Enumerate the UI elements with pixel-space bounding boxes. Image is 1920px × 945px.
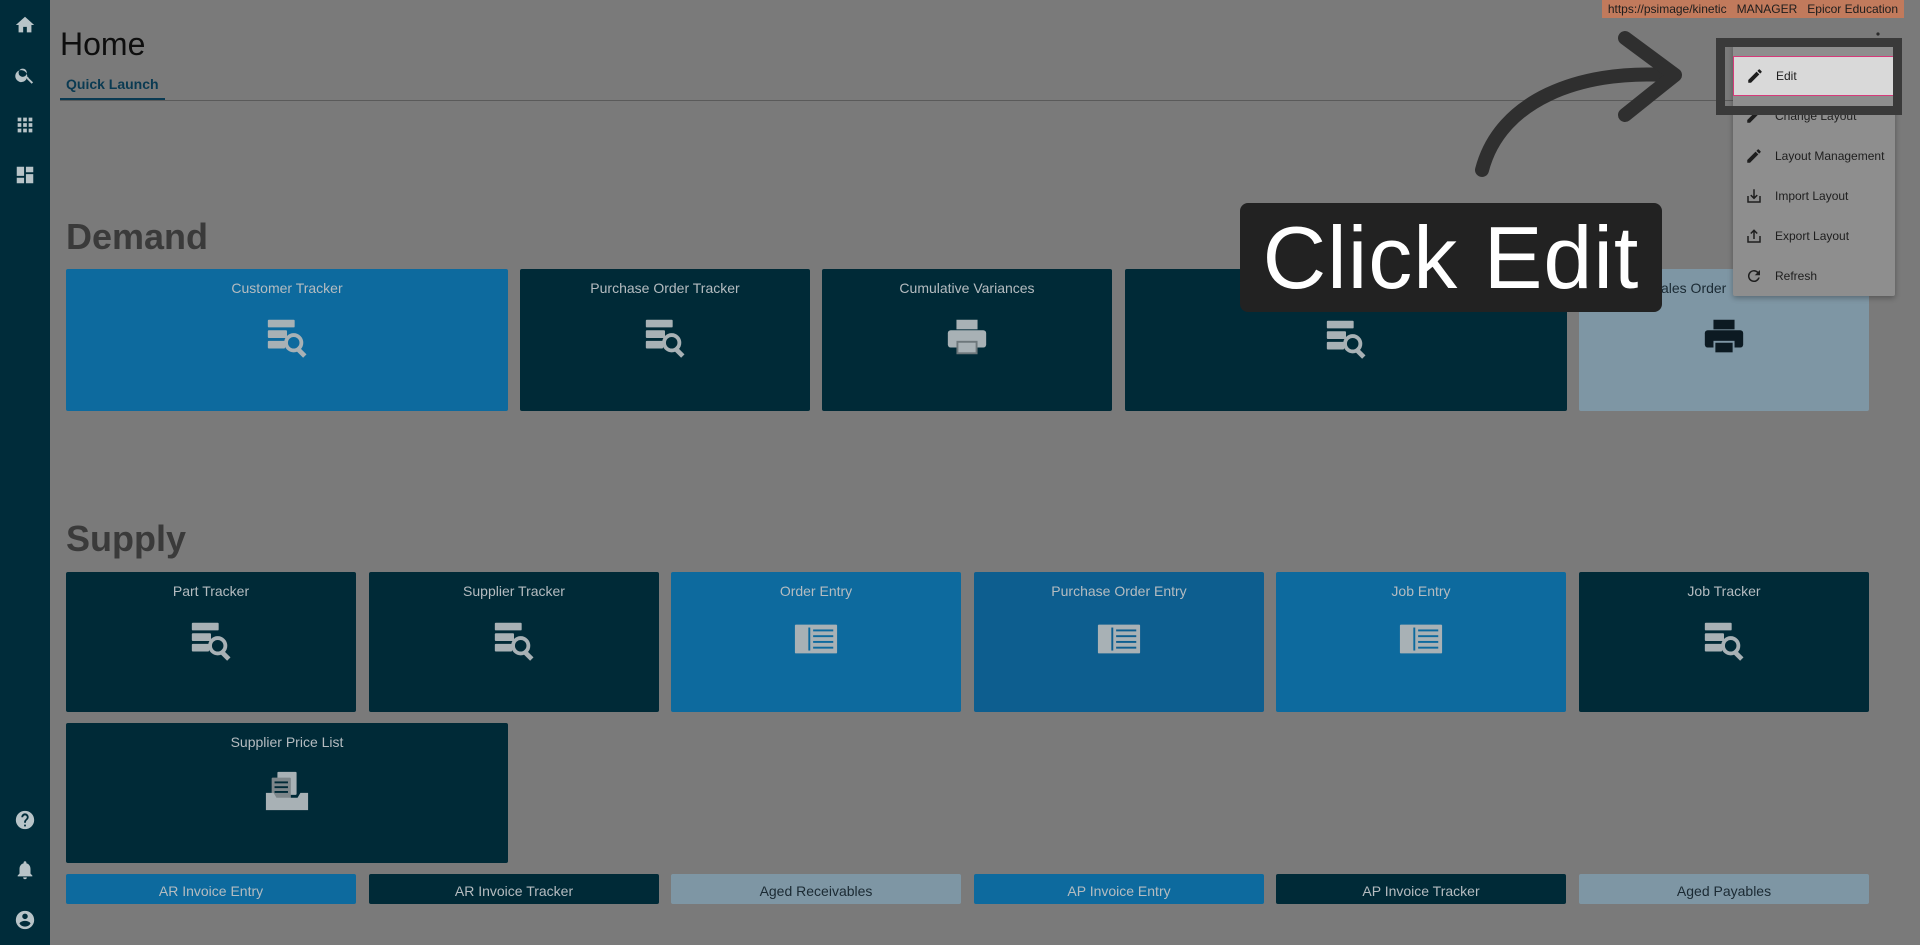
tile-part-tracker[interactable]: Part Tracker xyxy=(66,572,356,712)
tile-label: Cumulative Variances xyxy=(899,280,1035,296)
tile-job-tracker[interactable]: Job Tracker xyxy=(1579,572,1869,712)
menu-item-label: Import Layout xyxy=(1775,189,1849,203)
page-title: Home xyxy=(60,26,146,62)
tracker-icon xyxy=(188,617,234,663)
tile-label: Supplier Price List xyxy=(230,734,344,750)
bell-icon[interactable] xyxy=(12,857,38,883)
tracker-icon xyxy=(1701,617,1747,663)
section-title-supply: Supply xyxy=(66,518,187,559)
tile-label: Customer Tracker xyxy=(231,280,343,296)
tile-purchase-order-tracker[interactable]: Purchase Order Tracker xyxy=(520,269,810,411)
tile-aged-receivables[interactable]: Aged Receivables xyxy=(671,874,961,904)
form-icon xyxy=(1096,617,1142,663)
tile-label: Order Entry xyxy=(779,583,853,599)
form-icon xyxy=(793,617,839,663)
tile-label: AR Invoice Tracker xyxy=(454,883,574,899)
section-title-demand: Demand xyxy=(66,216,209,257)
tutorial-highlight-frame xyxy=(1716,38,1902,115)
callout-text: Click Edit xyxy=(1262,207,1640,307)
tile-ar-invoice-tracker[interactable]: AR Invoice Tracker xyxy=(369,874,659,904)
refresh-icon xyxy=(1747,270,1760,283)
tile-label: Sales Order xyxy=(1651,280,1727,296)
tile-label: AR Invoice Entry xyxy=(158,883,264,899)
tile-order-entry[interactable]: Order Entry xyxy=(671,572,961,712)
menu-item-label: Export Layout xyxy=(1775,229,1850,243)
tile-label: Aged Payables xyxy=(1676,883,1772,899)
account-icon[interactable] xyxy=(12,907,38,933)
menu-item-label: Layout Management xyxy=(1775,149,1885,163)
tab-quick-launch[interactable]: Quick Launch xyxy=(60,76,165,101)
tile-label: Aged Receivables xyxy=(759,883,873,899)
document-tray-icon xyxy=(264,768,310,814)
printer-icon xyxy=(1701,314,1747,360)
tile-label: Job Tracker xyxy=(1687,583,1761,599)
tile-supplier-tracker[interactable]: Supplier Tracker xyxy=(369,572,659,712)
menu-item-refresh[interactable]: Refresh xyxy=(1733,256,1895,296)
tile-label: Purchase Order Entry xyxy=(1051,583,1187,599)
printer-icon xyxy=(944,314,990,360)
tile-ar-invoice-entry[interactable]: AR Invoice Entry xyxy=(66,874,356,904)
apps-grid-icon[interactable] xyxy=(12,112,38,138)
tile-job-entry[interactable]: Job Entry xyxy=(1276,572,1566,712)
tile-ap-invoice-tracker[interactable]: AP Invoice Tracker xyxy=(1276,874,1566,904)
environment-bar: https://psimage/kinetic MANAGER Epicor E… xyxy=(1601,0,1904,18)
env-user: MANAGER xyxy=(1736,2,1798,16)
tracker-icon xyxy=(491,617,537,663)
pencil-icon xyxy=(1747,149,1761,163)
help-icon[interactable] xyxy=(12,807,38,833)
screen: https://psimage/kinetic MANAGER Epicor E… xyxy=(0,0,1920,945)
home-icon[interactable] xyxy=(12,12,38,38)
form-icon xyxy=(1398,617,1444,663)
tile-cumulative-variances[interactable]: Cumulative Variances xyxy=(822,269,1112,411)
tutorial-arrow-icon xyxy=(1475,31,1682,177)
tile-supplier-price-list[interactable]: Supplier Price List xyxy=(66,723,508,863)
env-url: https://psimage/kinetic xyxy=(1607,2,1727,16)
tile-customer-tracker[interactable]: Customer Tracker xyxy=(66,269,508,411)
tile-label: Purchase Order Tracker xyxy=(590,280,740,296)
tile-ap-invoice-entry[interactable]: AP Invoice Entry xyxy=(974,874,1264,904)
download-icon xyxy=(1747,189,1761,203)
menu-item-label: Refresh xyxy=(1775,269,1818,283)
nav-rail xyxy=(0,0,50,945)
menu-item-layout-management[interactable]: Layout Management xyxy=(1733,136,1895,176)
tile-aged-payables[interactable]: Aged Payables xyxy=(1579,874,1869,904)
tracker-icon xyxy=(1323,315,1369,361)
tutorial-callout: Click Edit xyxy=(1240,203,1662,312)
tile-label: AP Invoice Tracker xyxy=(1362,883,1480,899)
tile-label: AP Invoice Entry xyxy=(1067,883,1171,899)
menu-item-import-layout[interactable]: Import Layout xyxy=(1733,176,1895,216)
search-icon[interactable] xyxy=(12,62,38,88)
dashboard-icon[interactable] xyxy=(12,162,38,188)
tile-label: Supplier Tracker xyxy=(463,583,565,599)
tile-label: Job Entry xyxy=(1391,583,1451,599)
upload-icon xyxy=(1747,229,1761,243)
tile-label: Part Tracker xyxy=(172,583,250,599)
menu-item-export-layout[interactable]: Export Layout xyxy=(1733,216,1895,256)
env-company: Epicor Education xyxy=(1807,2,1898,16)
tracker-icon xyxy=(642,314,688,360)
tile-purchase-order-entry[interactable]: Purchase Order Entry xyxy=(974,572,1264,712)
tracker-icon xyxy=(264,314,310,360)
